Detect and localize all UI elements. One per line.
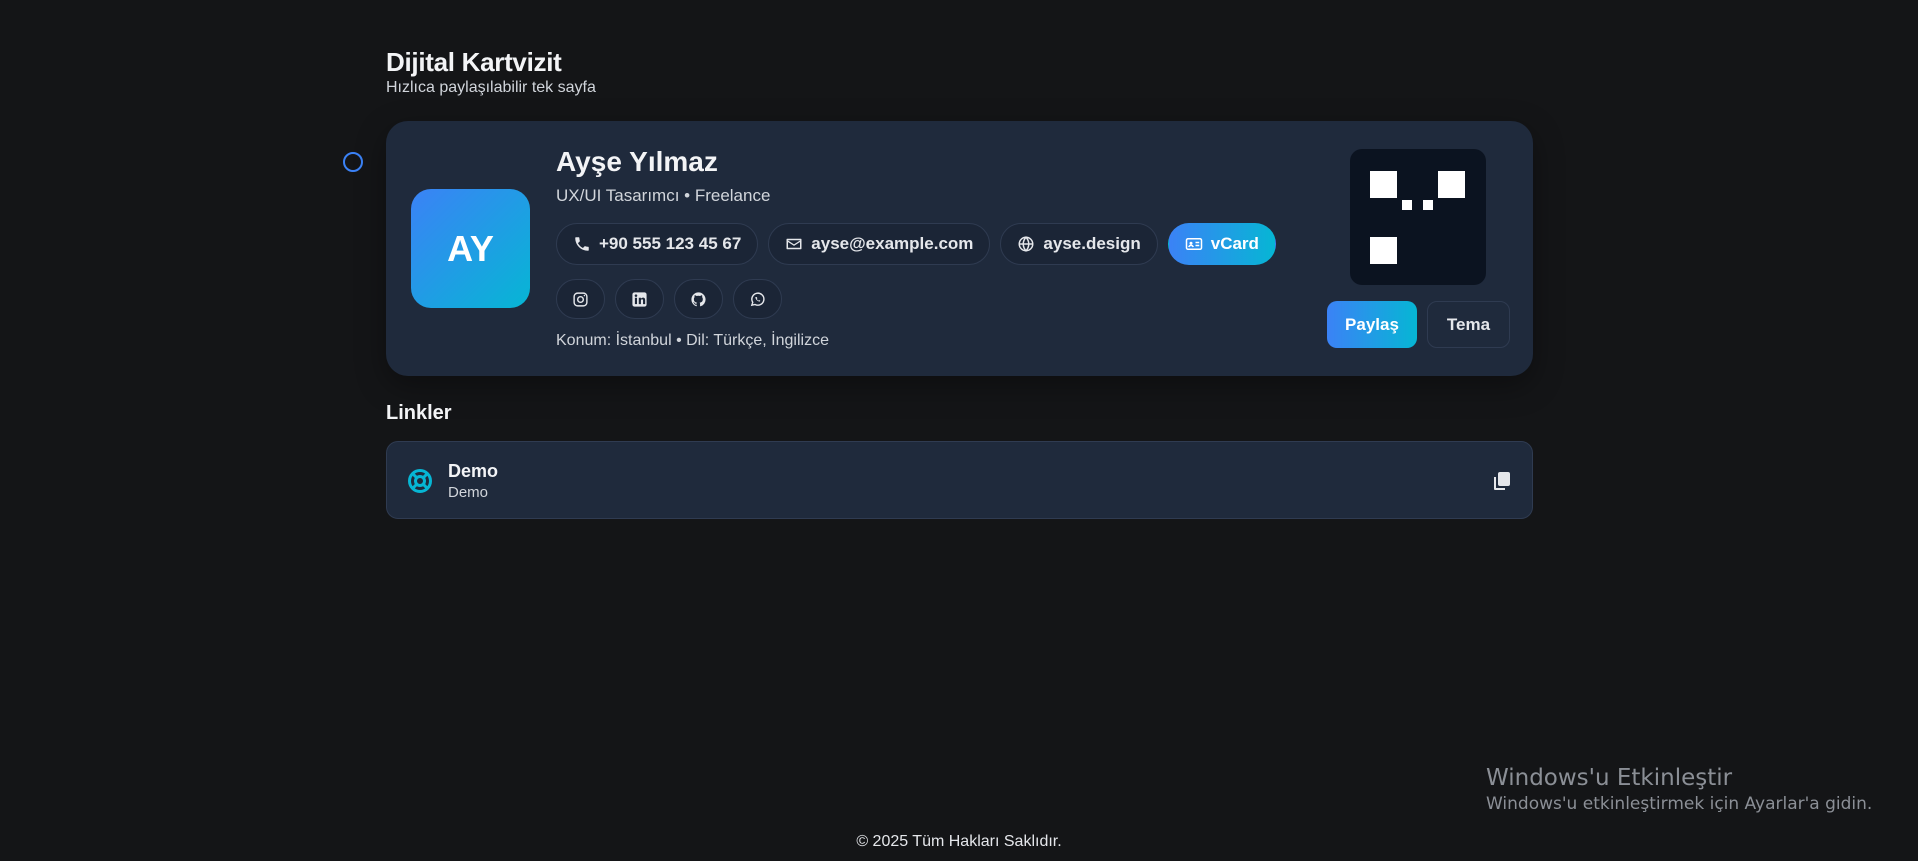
github-button[interactable] bbox=[674, 279, 723, 319]
page-title: Dijital Kartvizit bbox=[386, 47, 562, 77]
link-card[interactable]: Demo Demo bbox=[386, 441, 1533, 519]
page-subtitle: Hızlıca paylaşılabilir tek sayfa bbox=[386, 79, 596, 96]
profile-role: UX/UI Tasarımcı • Freelance bbox=[556, 186, 771, 205]
whatsapp-icon bbox=[750, 291, 765, 306]
website-link[interactable]: ayse.design bbox=[1000, 223, 1158, 265]
phone-link[interactable]: +90 555 123 45 67 bbox=[556, 223, 759, 265]
status-ring-icon bbox=[343, 152, 363, 172]
vcard-label: vCard bbox=[1210, 234, 1259, 253]
profile-card: AY Ayşe Yılmaz UX/UI Tasarımcı • Freelan… bbox=[386, 121, 1533, 376]
footer-copyright: © 2025 Tüm Hakları Saklıdır. bbox=[856, 833, 1062, 850]
lifebuoy-icon bbox=[408, 469, 432, 493]
email-link[interactable]: ayse@example.com bbox=[768, 223, 991, 265]
email-label: ayse@example.com bbox=[811, 234, 974, 253]
instagram-button[interactable] bbox=[556, 279, 605, 319]
whatsapp-button[interactable] bbox=[733, 279, 782, 319]
contact-row: +90 555 123 45 67 ayse@example.com ayse.… bbox=[556, 223, 1276, 265]
avatar: AY bbox=[411, 189, 530, 308]
profile-meta: Konum: İstanbul • Dil: Türkçe, İngilizce bbox=[556, 332, 829, 349]
linkedin-icon bbox=[632, 291, 647, 307]
link-title: Demo bbox=[448, 461, 499, 481]
vcard-button[interactable]: vCard bbox=[1167, 223, 1276, 265]
instagram-icon bbox=[573, 291, 588, 307]
activation-title: Windows'u Etkinleştir bbox=[1486, 765, 1733, 791]
copy-icon bbox=[1494, 472, 1510, 490]
link-subtitle: Demo bbox=[448, 484, 489, 501]
github-icon bbox=[691, 291, 706, 306]
linkedin-button[interactable] bbox=[615, 279, 664, 319]
activation-subtitle: Windows'u etkinleştirmek için Ayarlar'a … bbox=[1486, 794, 1873, 814]
website-label: ayse.design bbox=[1043, 234, 1141, 253]
page-header: Dijital Kartvizit Hızlıca paylaşılabilir… bbox=[386, 46, 596, 98]
links-heading: Linkler bbox=[386, 402, 452, 424]
globe-icon bbox=[1018, 236, 1034, 252]
mail-icon bbox=[786, 238, 802, 250]
theme-button[interactable]: Tema bbox=[1427, 301, 1510, 348]
qr-code[interactable] bbox=[1350, 149, 1486, 285]
phone-icon bbox=[575, 237, 589, 251]
social-row bbox=[556, 279, 782, 319]
id-card-icon bbox=[1185, 238, 1202, 250]
windows-activation-overlay: Windows'u Etkinleştir Windows'u etkinleş… bbox=[1486, 763, 1872, 815]
copy-button[interactable] bbox=[1490, 469, 1514, 493]
share-button[interactable]: Paylaş bbox=[1327, 301, 1417, 348]
profile-name: Ayşe Yılmaz bbox=[556, 146, 718, 177]
phone-label: +90 555 123 45 67 bbox=[599, 234, 742, 253]
